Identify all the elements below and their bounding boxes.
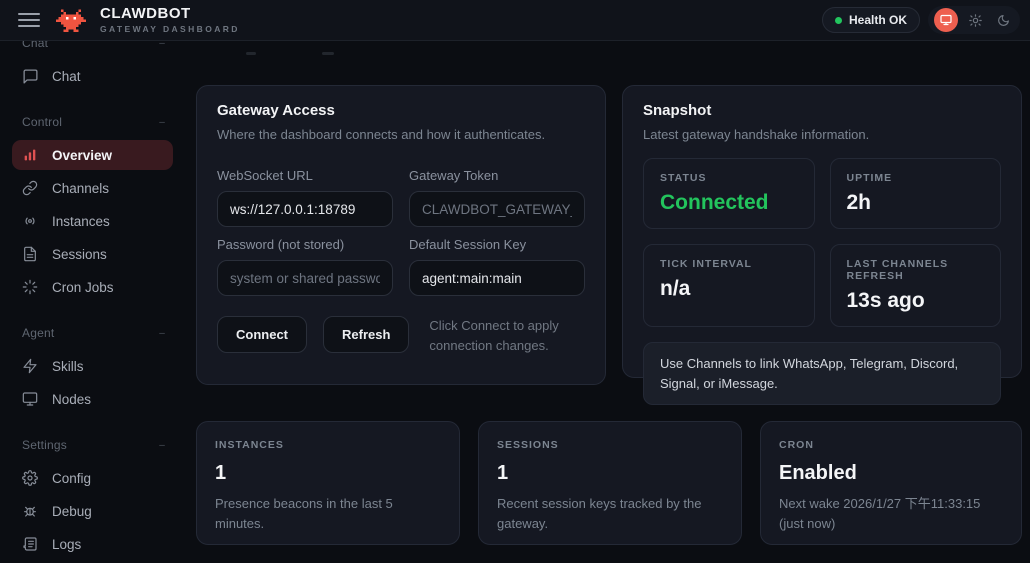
sidebar-section-agent[interactable]: Agent–: [22, 325, 165, 341]
health-dot-icon: [835, 17, 842, 24]
cron-card: CRON Enabled Next wake 2026/1/27 下午11:33…: [760, 421, 1022, 545]
sidebar-item-nodes[interactable]: Nodes: [12, 384, 173, 414]
stat-tile-status: STATUS Connected: [643, 158, 815, 229]
theme-switcher: [928, 6, 1020, 34]
password-label: Password (not stored): [217, 237, 393, 252]
scroll-icon: [22, 536, 39, 553]
sidebar-item-channels[interactable]: Channels: [12, 173, 173, 203]
clipped-scroll-text: [322, 52, 334, 55]
lobster-logo-icon: [56, 7, 86, 34]
gateway-access-title: Gateway Access: [217, 102, 585, 119]
collapse-caret-icon: –: [159, 328, 165, 339]
gateway-token-label: Gateway Token: [409, 168, 585, 183]
session-key-label: Default Session Key: [409, 237, 585, 252]
session-key-input[interactable]: [409, 260, 585, 296]
link-icon: [22, 180, 39, 197]
websocket-url-input[interactable]: [217, 191, 393, 227]
collapse-caret-icon: –: [159, 440, 165, 451]
sidebar-item-logs[interactable]: Logs: [12, 529, 173, 559]
stat-tile-last-refresh: LAST CHANNELS REFRESH 13s ago: [830, 244, 1002, 327]
stat-tile-uptime: UPTIME 2h: [830, 158, 1002, 229]
tick-interval-value: n/a: [660, 277, 798, 301]
snapshot-subtitle: Latest gateway handshake information.: [643, 127, 1001, 142]
sidebar-item-config[interactable]: Config: [12, 463, 173, 493]
collapse-caret-icon: –: [159, 117, 165, 128]
sidebar-section-settings[interactable]: Settings–: [22, 437, 165, 453]
sidebar-nav: Chat– Chat Control– Overview Channels In…: [0, 41, 185, 563]
app-subtitle: GATEWAY DASHBOARD: [100, 25, 240, 34]
sidebar-item-skills[interactable]: Skills: [12, 351, 173, 381]
sidebar-item-debug[interactable]: Debug: [12, 496, 173, 526]
connect-button[interactable]: Connect: [217, 316, 307, 353]
sidebar-section-control[interactable]: Control–: [22, 114, 165, 130]
refresh-button[interactable]: Refresh: [323, 316, 409, 353]
sessions-value: 1: [497, 462, 723, 485]
snapshot-card: Snapshot Latest gateway handshake inform…: [622, 85, 1022, 378]
sun-icon: [969, 14, 982, 27]
loader-icon: [22, 279, 39, 296]
health-label: Health OK: [849, 13, 907, 27]
last-refresh-value: 13s ago: [847, 289, 985, 313]
file-text-icon: [22, 246, 39, 263]
top-header: CLAWDBOT GATEWAY DASHBOARD Health OK: [0, 0, 1030, 41]
collapse-caret-icon: –: [159, 41, 165, 49]
sidebar-item-sessions[interactable]: Sessions: [12, 239, 173, 269]
instances-value: 1: [215, 462, 441, 485]
monitor-icon: [940, 14, 952, 26]
chat-icon: [22, 68, 39, 85]
theme-system-button[interactable]: [934, 8, 958, 32]
connect-hint-text: Click Connect to apply connection change…: [429, 316, 585, 355]
gateway-access-subtitle: Where the dashboard connects and how it …: [217, 127, 585, 142]
stat-tile-tick-interval: TICK INTERVAL n/a: [643, 244, 815, 327]
password-input[interactable]: [217, 260, 393, 296]
zap-icon: [22, 358, 39, 375]
uptime-label: UPTIME: [847, 172, 985, 184]
clipped-scroll-text: [246, 52, 256, 55]
sessions-card: SESSIONS 1 Recent session keys tracked b…: [478, 421, 742, 545]
cron-description: Next wake 2026/1/27 下午11:33:15 (just now…: [779, 494, 1003, 533]
channels-note: Use Channels to link WhatsApp, Telegram,…: [643, 342, 1001, 405]
cron-label: CRON: [779, 439, 1003, 451]
broadcast-icon: [22, 213, 39, 230]
app-title: CLAWDBOT: [100, 6, 240, 23]
websocket-url-label: WebSocket URL: [217, 168, 393, 183]
status-value: Connected: [660, 191, 798, 215]
health-status-badge: Health OK: [822, 7, 920, 33]
bar-chart-icon: [22, 147, 39, 164]
last-refresh-label: LAST CHANNELS REFRESH: [847, 258, 985, 282]
sessions-label: SESSIONS: [497, 439, 723, 451]
moon-icon: [997, 14, 1010, 27]
monitor-icon: [22, 391, 39, 408]
cron-value: Enabled: [779, 462, 1003, 485]
instances-description: Presence beacons in the last 5 minutes.: [215, 494, 441, 533]
gateway-access-card: Gateway Access Where the dashboard conne…: [196, 85, 606, 385]
instances-label: INSTANCES: [215, 439, 441, 451]
tick-interval-label: TICK INTERVAL: [660, 258, 798, 270]
sidebar-item-chat[interactable]: Chat: [12, 61, 173, 91]
sidebar-section-chat[interactable]: Chat–: [22, 41, 165, 51]
sidebar-item-instances[interactable]: Instances: [12, 206, 173, 236]
theme-light-button[interactable]: [964, 9, 986, 31]
theme-dark-button[interactable]: [992, 9, 1014, 31]
gear-icon: [22, 470, 39, 487]
uptime-value: 2h: [847, 191, 985, 215]
instances-card: INSTANCES 1 Presence beacons in the last…: [196, 421, 460, 545]
menu-icon[interactable]: [18, 9, 40, 31]
snapshot-title: Snapshot: [643, 102, 1001, 119]
bug-icon: [22, 503, 39, 520]
status-label: STATUS: [660, 172, 798, 184]
sidebar-item-cron-jobs[interactable]: Cron Jobs: [12, 272, 173, 302]
gateway-token-input[interactable]: [409, 191, 585, 227]
sessions-description: Recent session keys tracked by the gatew…: [497, 494, 723, 533]
sidebar-item-overview[interactable]: Overview: [12, 140, 173, 170]
